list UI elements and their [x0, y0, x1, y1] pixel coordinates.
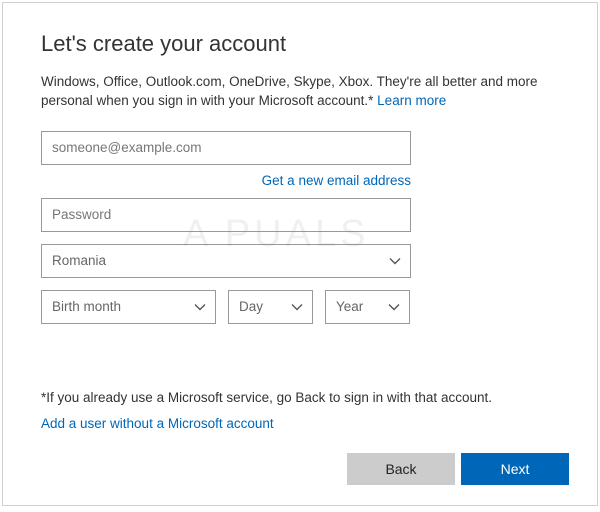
next-button[interactable]: Next [461, 453, 569, 485]
new-email-row: Get a new email address [41, 173, 411, 188]
add-user-without-account-link[interactable]: Add a user without a Microsoft account [41, 416, 274, 431]
birth-day-value[interactable] [228, 290, 313, 324]
back-button[interactable]: Back [347, 453, 455, 485]
page-title: Let's create your account [41, 31, 565, 57]
button-row: Back Next [347, 453, 569, 485]
get-new-email-link[interactable]: Get a new email address [262, 173, 411, 188]
birth-month-value[interactable] [41, 290, 216, 324]
password-field[interactable] [41, 198, 411, 232]
country-select[interactable] [41, 244, 411, 278]
email-field[interactable] [41, 131, 411, 165]
birth-month-select[interactable] [41, 290, 216, 324]
birth-year-select[interactable] [325, 290, 410, 324]
footer-link-row: Add a user without a Microsoft account [41, 416, 274, 431]
birth-day-select[interactable] [228, 290, 313, 324]
intro-copy: Windows, Office, Outlook.com, OneDrive, … [41, 74, 538, 108]
intro-text: Windows, Office, Outlook.com, OneDrive, … [41, 73, 565, 111]
create-account-window: Let's create your account Windows, Offic… [2, 2, 598, 506]
learn-more-link[interactable]: Learn more [377, 93, 446, 108]
birthdate-row [41, 290, 411, 324]
signup-form: Get a new email address [41, 131, 411, 324]
birth-year-value[interactable] [325, 290, 410, 324]
country-value[interactable] [41, 244, 411, 278]
footer-note: *If you already use a Microsoft service,… [41, 390, 492, 405]
